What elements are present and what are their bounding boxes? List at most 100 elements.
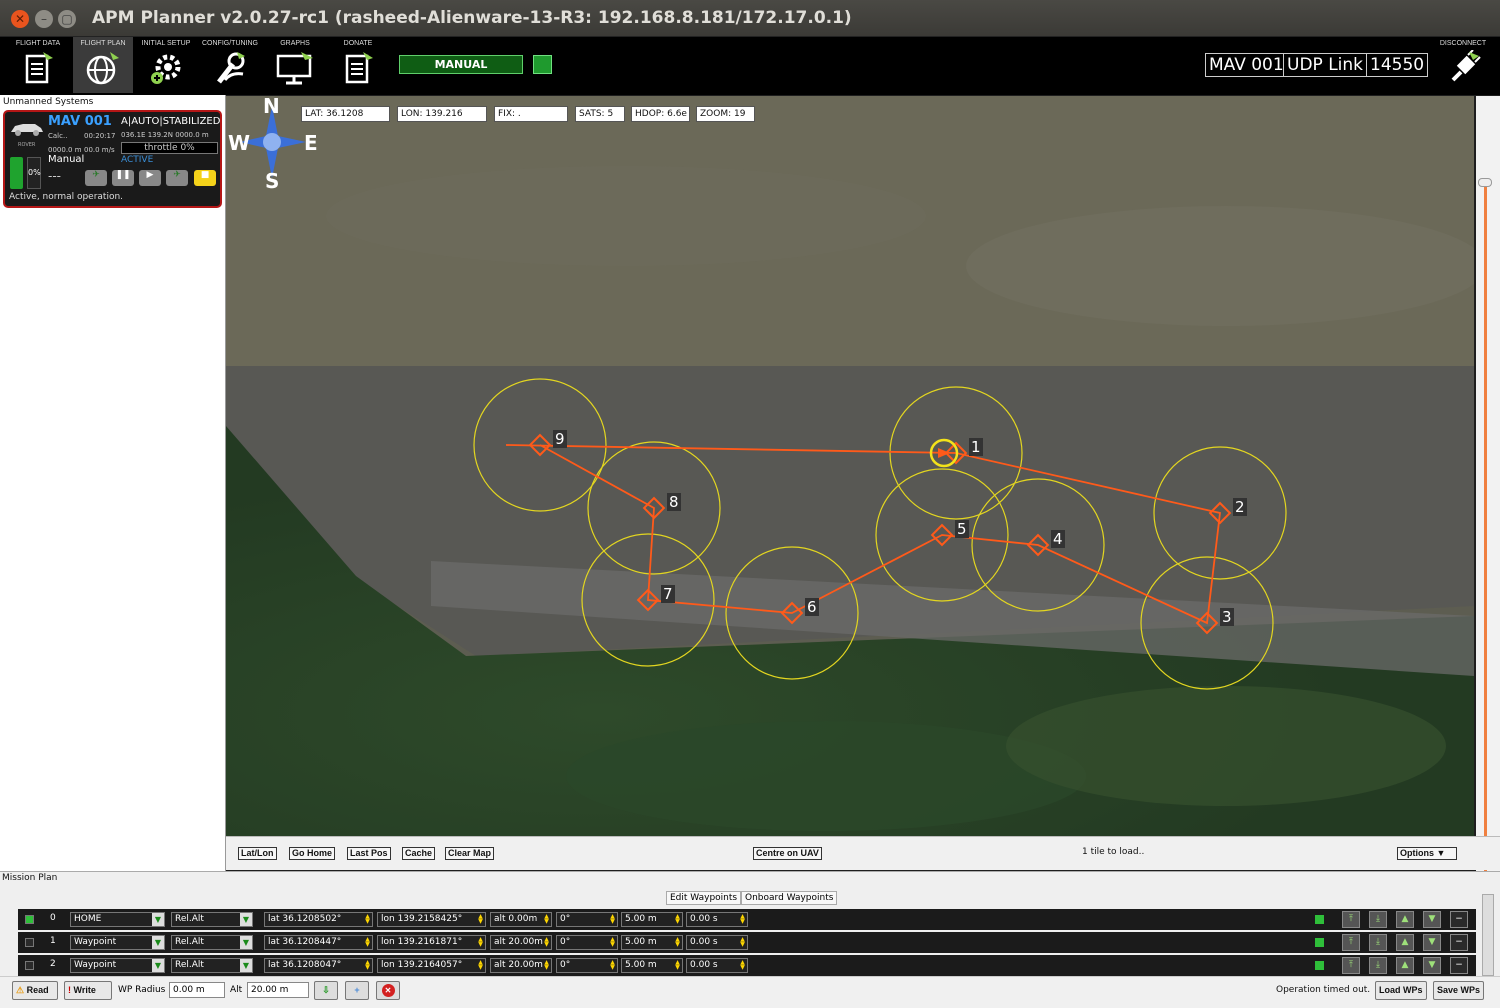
move-down-icon[interactable]: ▼ <box>1423 957 1441 974</box>
waypoint-row[interactable]: 0 HOME ▼ Rel.Alt ▼ lat 36.1208502° ▲ ▼ lon 139.2… <box>18 909 1476 930</box>
save-wps-button[interactable]: Save WPs <box>1433 981 1485 1000</box>
altitude-value: alt 20.00m <box>494 960 543 970</box>
frame-select[interactable]: Rel.Alt ▼ <box>171 912 253 927</box>
delay-field[interactable]: 0.00 s ▲ ▼ <box>686 958 748 973</box>
go-home-button[interactable]: Go Home <box>289 847 336 860</box>
waypoint-row[interactable]: 2 Waypoint ▼ Rel.Alt ▼ lat 36.1208047° ▲ ▼ lon 1… <box>18 955 1476 976</box>
zoom-slider[interactable] <box>1476 96 1500 872</box>
latitude-field[interactable]: lat 36.1208502° ▲ ▼ <box>264 912 373 927</box>
uav-state: A|AUTO|STABILIZED <box>121 116 221 127</box>
altitude-field[interactable]: alt 20.00m ▲ ▼ <box>490 935 552 950</box>
tab-onboard-waypoints[interactable]: Onboard Waypoints <box>741 891 838 905</box>
move-up-icon[interactable]: ▲ <box>1396 957 1414 974</box>
map-button-bar: Lat/Lon Go Home Last Pos Cache Clear Map… <box>226 836 1500 870</box>
waypoint-label-4[interactable]: 4 <box>1051 530 1065 548</box>
maximize-window-button[interactable]: ▢ <box>58 10 76 28</box>
command-select[interactable]: Waypoint ▼ <box>70 958 165 973</box>
yaw-field[interactable]: 0° ▲ ▼ <box>556 912 618 927</box>
remove-row-icon[interactable]: − <box>1450 911 1468 928</box>
move-down-icon[interactable]: ▼ <box>1423 911 1441 928</box>
donate-button[interactable]: DONATE <box>328 37 388 93</box>
flight-data-button[interactable]: FLIGHT DATA <box>8 37 68 93</box>
stop-button[interactable]: ■ <box>194 170 216 186</box>
move-bottom-icon[interactable]: ⤓ <box>1369 934 1387 951</box>
battery-gauge <box>10 157 23 189</box>
row-select-checkbox[interactable] <box>25 915 34 924</box>
disconnect-button[interactable]: DISCONNECT <box>1432 37 1494 93</box>
zoom-slider-handle[interactable] <box>1478 178 1492 187</box>
waypoint-label-8[interactable]: 8 <box>667 493 681 511</box>
remove-row-icon[interactable]: − <box>1450 934 1468 951</box>
uav-card[interactable]: ROVER MAV 001 A|AUTO|STABILIZED Calc.. 0… <box>3 110 222 208</box>
tab-edit-waypoints[interactable]: Edit Waypoints <box>666 891 742 905</box>
load-wps-button[interactable]: Load WPs <box>1375 981 1427 1000</box>
move-up-icon[interactable]: ▲ <box>1396 911 1414 928</box>
play-button[interactable]: ▶ <box>139 170 161 186</box>
command-select[interactable]: Waypoint ▼ <box>70 935 165 950</box>
move-bottom-icon[interactable]: ⤓ <box>1369 911 1387 928</box>
read-button[interactable]: ⚠ Read <box>12 981 58 1000</box>
last-pos-button[interactable]: Last Pos <box>347 847 391 860</box>
row-select-checkbox[interactable] <box>25 938 34 947</box>
altitude-field[interactable]: alt 20.00m ▲ ▼ <box>490 958 552 973</box>
radius-field[interactable]: 5.00 m ▲ ▼ <box>621 958 683 973</box>
config-tuning-button[interactable]: CONFIG/TUNING <box>200 37 260 93</box>
cache-button[interactable]: Cache <box>402 847 436 860</box>
move-top-icon[interactable]: ⤒ <box>1342 957 1360 974</box>
alt-input[interactable]: 20.00 m <box>247 982 309 998</box>
waypoint-label-6[interactable]: 6 <box>805 598 819 616</box>
waypoint-label-7[interactable]: 7 <box>661 585 675 603</box>
longitude-value: lon 139.2164057° <box>381 960 463 970</box>
radius-field[interactable]: 5.00 m ▲ ▼ <box>621 912 683 927</box>
yaw-field[interactable]: 0° ▲ ▼ <box>556 958 618 973</box>
takeoff-button[interactable]: ✈ <box>85 170 107 186</box>
move-down-icon[interactable]: ▼ <box>1423 934 1441 951</box>
waypoint-label-5[interactable]: 5 <box>955 520 969 538</box>
waypoint-label-1[interactable]: 1 <box>969 438 983 456</box>
minimize-window-button[interactable]: – <box>35 10 53 28</box>
radius-field[interactable]: 5.00 m ▲ ▼ <box>621 935 683 950</box>
waypoint-label-9[interactable]: 9 <box>553 430 567 448</box>
uav-status-text: Active, normal operation. <box>9 192 124 202</box>
remove-row-icon[interactable]: − <box>1450 957 1468 974</box>
latlon-button[interactable]: Lat/Lon <box>238 847 277 860</box>
row-select-checkbox[interactable] <box>25 961 34 970</box>
move-up-icon[interactable]: ▲ <box>1396 934 1414 951</box>
mission-scrollbar[interactable] <box>1482 894 1494 976</box>
flight-plan-button[interactable]: FLIGHT PLAN <box>73 37 133 93</box>
clear-map-button[interactable]: Clear Map <box>445 847 495 860</box>
latitude-field[interactable]: lat 36.1208447° ▲ ▼ <box>264 935 373 950</box>
yaw-field[interactable]: 0° ▲ ▼ <box>556 935 618 950</box>
download-icon[interactable]: ⇩ <box>314 981 338 1000</box>
longitude-field[interactable]: lon 139.2158425° ▲ ▼ <box>377 912 486 927</box>
clear-waypoints-button[interactable]: ✕ <box>376 981 400 1000</box>
pause-button[interactable]: ❚❚ <box>112 170 134 186</box>
command-select[interactable]: HOME ▼ <box>70 912 165 927</box>
altitude-field[interactable]: alt 0.00m ▲ ▼ <box>490 912 552 927</box>
window-titlebar: ✕ – ▢ APM Planner v2.0.27-rc1 (rasheed-A… <box>0 0 1500 37</box>
move-top-icon[interactable]: ⤒ <box>1342 911 1360 928</box>
frame-select[interactable]: Rel.Alt ▼ <box>171 958 253 973</box>
map-view[interactable]: 1 2 3 4 5 6 7 8 9 N S E W LAT: 36.1208 L… <box>226 96 1474 836</box>
delay-field[interactable]: 0.00 s ▲ ▼ <box>686 935 748 950</box>
delay-field[interactable]: 0.00 s ▲ ▼ <box>686 912 748 927</box>
wp-radius-input[interactable]: 0.00 m <box>169 982 225 998</box>
land-button[interactable]: ✈ <box>166 170 188 186</box>
write-button[interactable]: ! Write <box>64 981 112 1000</box>
latitude-field[interactable]: lat 36.1208047° ▲ ▼ <box>264 958 373 973</box>
frame-select[interactable]: Rel.Alt ▼ <box>171 935 253 950</box>
waypoint-label-3[interactable]: 3 <box>1220 608 1234 626</box>
centre-on-uav-button[interactable]: Centre on UAV <box>753 847 822 860</box>
longitude-field[interactable]: lon 139.2164057° ▲ ▼ <box>377 958 486 973</box>
move-top-icon[interactable]: ⤒ <box>1342 934 1360 951</box>
graphs-button[interactable]: GRAPHS <box>265 37 325 93</box>
move-bottom-icon[interactable]: ⤓ <box>1369 957 1387 974</box>
initial-setup-button[interactable]: INITIAL SETUP <box>136 37 196 93</box>
waypoint-label-2[interactable]: 2 <box>1233 498 1247 516</box>
waypoint-row[interactable]: 1 Waypoint ▼ Rel.Alt ▼ lat 36.1208447° ▲ ▼ lon 1… <box>18 932 1476 953</box>
longitude-field[interactable]: lon 139.2161871° ▲ ▼ <box>377 935 486 950</box>
add-icon[interactable]: + <box>345 981 369 1000</box>
panel-title: Unmanned Systems <box>3 97 94 107</box>
close-window-button[interactable]: ✕ <box>11 10 29 28</box>
options-dropdown[interactable]: Options ▼ <box>1397 847 1457 860</box>
